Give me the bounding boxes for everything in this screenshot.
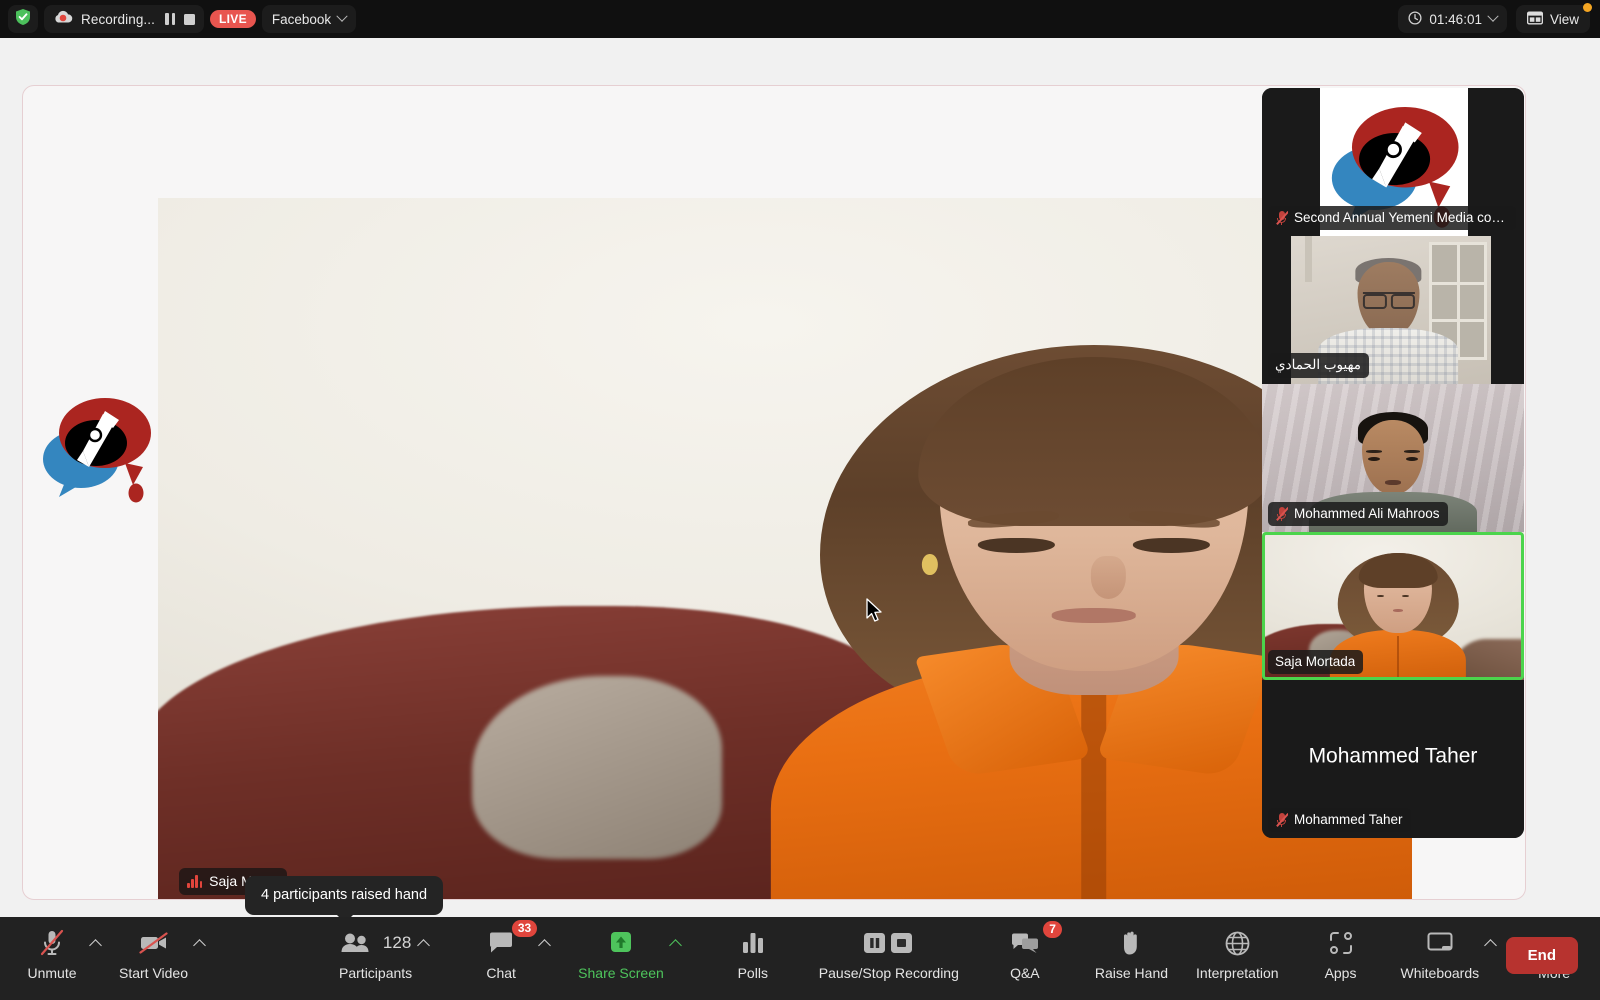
- chevron-down-icon: [336, 10, 348, 22]
- chevron-down-icon: [1487, 10, 1499, 22]
- yemeni-media-conference-logo: [33, 381, 158, 506]
- timer-value: 01:46:01: [1429, 11, 1482, 27]
- apps-icon: [1329, 929, 1353, 957]
- chat-label: Chat: [486, 965, 516, 981]
- microphone-muted-icon: [1275, 506, 1288, 521]
- chat-button[interactable]: 33 Chat: [469, 917, 538, 981]
- live-platform-selector[interactable]: Facebook: [261, 5, 357, 33]
- filmstrip-tile[interactable]: مهيوب الحمادي: [1262, 236, 1524, 384]
- participants-count: 128: [382, 933, 412, 952]
- interpretation-label: Interpretation: [1196, 965, 1279, 981]
- unmute-label: Unmute: [27, 965, 77, 981]
- recording-status-chip[interactable]: Recording...: [44, 5, 204, 33]
- chat-bubble-icon: [488, 929, 514, 957]
- cloud-record-icon: [53, 10, 73, 29]
- qa-unread-badge: 7: [1043, 921, 1062, 939]
- cushion-decor: [471, 676, 723, 859]
- meeting-timer[interactable]: 01:46:01: [1398, 5, 1507, 33]
- whiteboards-options-caret[interactable]: [1479, 929, 1502, 957]
- participants-icon: 128: [340, 929, 411, 957]
- participants-button[interactable]: 128 Participants: [339, 917, 412, 981]
- pause-stop-recording-icon: [863, 929, 915, 957]
- chat-unread-badge: 33: [511, 920, 538, 938]
- whiteboard-icon: [1427, 929, 1453, 957]
- meeting-top-bar: Recording... LIVE Facebook 01:46:01 View: [0, 0, 1600, 38]
- chevron-up-icon: [538, 938, 552, 952]
- unmute-button[interactable]: Unmute: [20, 917, 84, 981]
- pause-stop-recording-label: Pause/Stop Recording: [818, 965, 959, 981]
- meeting-controls-toolbar: Unmute Start Video 128 Participants 33 C…: [0, 917, 1600, 1000]
- filmstrip-tile[interactable]: Mohammed Ali Mahroos: [1262, 384, 1524, 532]
- globe-icon: [1225, 929, 1250, 957]
- qa-bubbles-icon: [1011, 929, 1039, 957]
- tile-name-label: Mohammed Taher: [1268, 808, 1411, 832]
- view-layout-button[interactable]: View: [1515, 3, 1592, 33]
- encryption-status-button[interactable]: [8, 5, 38, 33]
- participant-name: Mohammed Ali Mahroos: [1294, 506, 1440, 521]
- live-badge: LIVE: [210, 10, 256, 28]
- microphone-muted-icon: [1275, 210, 1288, 225]
- pause-stop-recording-button[interactable]: Pause/Stop Recording: [819, 917, 959, 981]
- raised-hand-tooltip: 4 participants raised hand: [245, 876, 444, 923]
- chevron-up-icon: [1484, 938, 1497, 952]
- filmstrip-tile-active[interactable]: Saja Mortada: [1262, 532, 1524, 680]
- clock-icon: [1408, 10, 1422, 28]
- view-label: View: [1549, 11, 1579, 27]
- tile-name-label: Saja Mortada: [1268, 650, 1364, 674]
- filmstrip-tile[interactable]: Mohammed Taher Mohammed Taher: [1262, 680, 1524, 838]
- camera-off-icon: [138, 929, 169, 957]
- end-meeting-button[interactable]: End: [1505, 937, 1578, 974]
- microphone-muted-icon: [1275, 812, 1288, 827]
- participant-name: Mohammed Taher: [1294, 812, 1403, 827]
- raise-hand-icon: [1119, 929, 1143, 957]
- grid-view-icon: [1526, 11, 1544, 28]
- participant-name: Second Annual Yemeni Media confe...: [1294, 210, 1508, 225]
- tile-name-label: Second Annual Yemeni Media confe...: [1268, 206, 1516, 230]
- apps-button[interactable]: Apps: [1309, 917, 1373, 981]
- polls-button[interactable]: Polls: [721, 917, 785, 981]
- raise-hand-button[interactable]: Raise Hand: [1095, 917, 1168, 981]
- audio-level-bars-icon: [187, 874, 203, 888]
- chevron-up-icon: [193, 938, 206, 952]
- share-screen-icon: [607, 929, 635, 957]
- polls-label: Polls: [737, 965, 768, 981]
- pause-icon[interactable]: [165, 13, 175, 25]
- participant-name: Saja Mortada: [1275, 654, 1356, 669]
- share-options-caret[interactable]: [664, 929, 687, 957]
- apps-label: Apps: [1324, 965, 1357, 981]
- whiteboards-label: Whiteboards: [1400, 965, 1480, 981]
- audio-options-caret[interactable]: [84, 929, 107, 957]
- participants-options-caret[interactable]: [412, 929, 435, 957]
- qa-label: Q&A: [1010, 965, 1040, 981]
- chevron-up-icon: [417, 938, 431, 952]
- tile-name-label: Mohammed Ali Mahroos: [1268, 502, 1448, 526]
- start-video-label: Start Video: [119, 965, 189, 981]
- start-video-button[interactable]: Start Video: [119, 917, 188, 981]
- filmstrip-tile[interactable]: Second Annual Yemeni Media confe...: [1262, 88, 1524, 236]
- polls-bar-icon: [741, 929, 765, 957]
- recording-label: Recording...: [81, 11, 155, 27]
- participants-label: Participants: [339, 965, 413, 981]
- stop-icon[interactable]: [184, 13, 195, 25]
- avatar-display-name: Mohammed Taher: [1308, 744, 1478, 768]
- whiteboards-button[interactable]: Whiteboards: [1400, 917, 1480, 981]
- raise-hand-label: Raise Hand: [1094, 965, 1169, 981]
- share-screen-button[interactable]: Share Screen: [578, 917, 664, 981]
- microphone-muted-icon: [39, 929, 65, 957]
- chevron-up-icon: [668, 938, 682, 952]
- tile-name-label: مهيوب الحمادي: [1268, 353, 1370, 378]
- chevron-up-icon: [89, 938, 102, 952]
- interpretation-button[interactable]: Interpretation: [1196, 917, 1279, 981]
- share-screen-label: Share Screen: [578, 965, 664, 981]
- chat-options-caret[interactable]: [533, 929, 556, 957]
- active-speaker-video[interactable]: [158, 198, 1412, 899]
- qa-button[interactable]: 7 Q&A: [993, 917, 1062, 981]
- shield-check-icon: [15, 8, 31, 31]
- participant-name: مهيوب الحمادي: [1275, 357, 1362, 372]
- live-platform-label: Facebook: [271, 11, 332, 27]
- participants-filmstrip[interactable]: Second Annual Yemeni Media confe... مهيو…: [1262, 88, 1524, 838]
- video-options-caret[interactable]: [188, 929, 211, 957]
- view-notification-dot: [1583, 3, 1592, 12]
